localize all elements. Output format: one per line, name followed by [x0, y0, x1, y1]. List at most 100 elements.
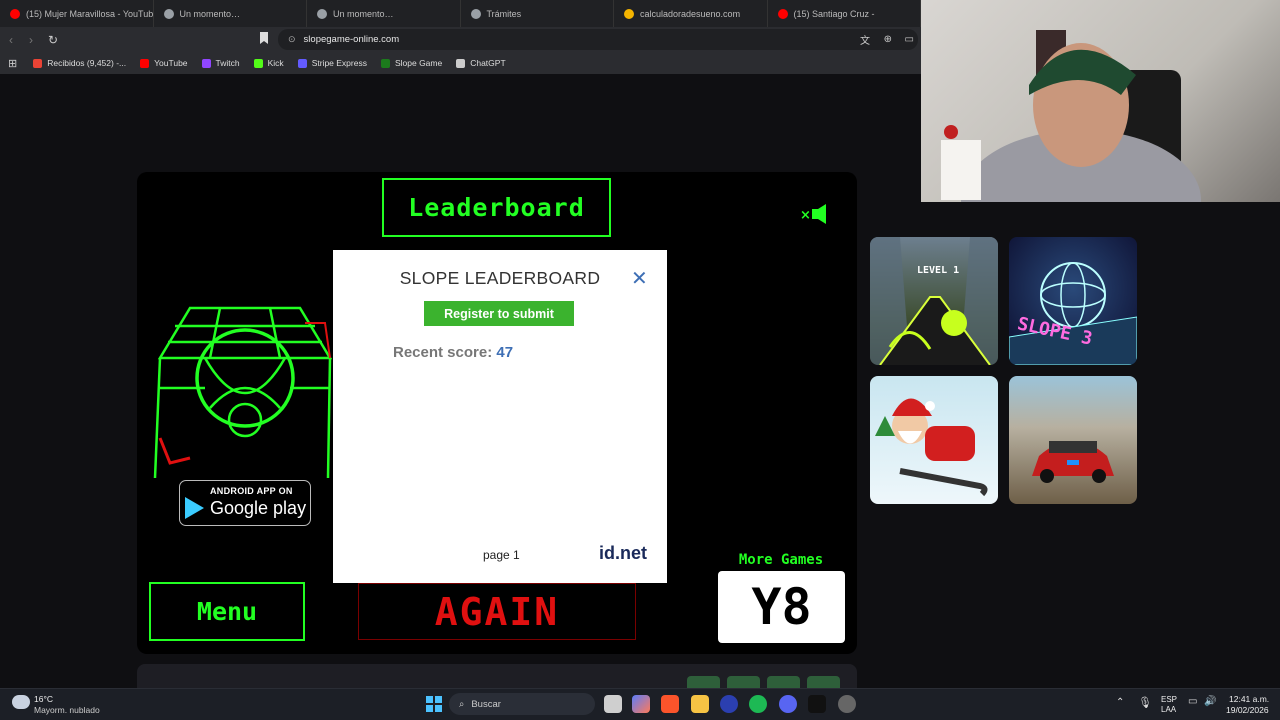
- zoom-icon[interactable]: ⊕: [884, 34, 892, 45]
- register-button[interactable]: Register to submit: [424, 301, 574, 326]
- back-icon[interactable]: ‹: [9, 33, 13, 47]
- tab-favicon-icon: [163, 8, 174, 19]
- more-games-label[interactable]: More Games: [718, 552, 844, 568]
- level-1-text: LEVEL 1: [917, 265, 960, 276]
- copilot-icon[interactable]: [632, 695, 650, 713]
- bookmark-favicon-icon: [33, 58, 43, 68]
- sound-mute-icon[interactable]: ×: [798, 202, 834, 226]
- brave-icon[interactable]: [661, 695, 679, 713]
- lang-top[interactable]: ESP: [1161, 695, 1177, 704]
- forward-icon[interactable]: ›: [29, 33, 33, 47]
- play-store-icon: [185, 497, 204, 519]
- streamer-figure: [941, 30, 1201, 270]
- weather-desc: Mayorm. nublado: [34, 705, 100, 715]
- level-1-art: [870, 237, 998, 365]
- google-play-bottom-text: Google play: [210, 498, 307, 518]
- tunnel-ball-art: [153, 306, 333, 478]
- svg-text:×: ×: [800, 208, 811, 223]
- google-play-badge[interactable]: ANDROID APP ON Google play: [179, 480, 311, 526]
- tab-favicon-icon: [470, 8, 481, 19]
- start-icon[interactable]: [425, 695, 443, 713]
- bookmark-label: Recibidos (9,452) -...: [47, 58, 127, 68]
- tab-title: Un momento…: [179, 8, 241, 19]
- bookmark-4[interactable]: Stripe Express: [297, 58, 367, 68]
- leaderboard-button[interactable]: Leaderboard: [382, 178, 611, 237]
- thumb-slope-3[interactable]: SLOPE 3: [1009, 237, 1137, 365]
- site-info-icon[interactable]: ⊙: [288, 34, 296, 45]
- discord-icon[interactable]: [779, 695, 797, 713]
- tab-4[interactable]: calculadoradesueno.com: [614, 0, 768, 27]
- tab-favicon-icon: [317, 8, 327, 19]
- bookmark-3[interactable]: Kick: [253, 58, 284, 68]
- translate-icon[interactable]: 文: [860, 32, 870, 47]
- car-racing-art: [1032, 441, 1114, 483]
- sidepanel-icon[interactable]: ▭: [905, 34, 914, 45]
- bookmark-favicon-icon: [380, 58, 390, 68]
- search-label: Buscar: [471, 698, 501, 710]
- network-icon[interactable]: ▭: [1188, 696, 1197, 707]
- leaderboard-modal: SLOPE LEADERBOARD ✕ Register to submit R…: [333, 250, 667, 583]
- tab-0[interactable]: (15) Mujer Maravillosa - YouTube: [0, 0, 154, 27]
- bookmark-label: Stripe Express: [311, 58, 367, 68]
- y8-logo[interactable]: Y8: [718, 571, 845, 643]
- settings-icon[interactable]: [838, 695, 856, 713]
- volume-icon[interactable]: 🔊: [1204, 696, 1216, 707]
- idnet-logo[interactable]: id.net: [599, 543, 647, 564]
- bookmark-favicon-icon: [140, 58, 150, 68]
- mic-icon[interactable]: 🎙: [1138, 696, 1152, 709]
- thumb-car-racing[interactable]: [1009, 376, 1137, 504]
- tab-title: calculadoradesueno.com: [640, 8, 741, 19]
- clock-date[interactable]: 19/02/2026: [1226, 705, 1269, 715]
- santa-sled-art: [875, 398, 988, 497]
- app-circle-icon[interactable]: [720, 695, 738, 713]
- tab-2[interactable]: Un momento…: [307, 0, 461, 27]
- file-explorer-icon[interactable]: [691, 695, 709, 713]
- tab-3[interactable]: Trámites: [461, 0, 614, 27]
- bookmark-favicon-icon: [456, 58, 466, 68]
- task-view-icon[interactable]: [604, 695, 622, 713]
- bookmark-label: YouTube: [154, 58, 188, 68]
- bookmark-icon[interactable]: [260, 32, 268, 44]
- notification-tray-icon[interactable]: ⌃: [1116, 697, 1124, 708]
- bookmark-label: Kick: [267, 58, 284, 68]
- address-bar[interactable]: ⊙ slopegame-online.com 文 ⊕ ▭: [278, 29, 918, 50]
- page-indicator: page 1: [483, 548, 520, 562]
- thumb-santa-sled[interactable]: [870, 376, 998, 504]
- audio-app-icon[interactable]: [808, 695, 826, 713]
- tab-title: (15) Santiago Cruz -: [793, 8, 875, 19]
- clock-time[interactable]: 12:41 a.m.: [1229, 694, 1269, 704]
- bookmark-label: ChatGPT: [470, 58, 506, 68]
- bookmark-label: Slope Game: [394, 58, 443, 68]
- url-text: slopegame-online.com: [303, 34, 400, 45]
- weather-icon: [12, 695, 30, 709]
- thumb-level-1[interactable]: LEVEL 1: [870, 237, 998, 365]
- spotify-icon[interactable]: [749, 695, 767, 713]
- taskbar-search[interactable]: ⌕ Buscar: [449, 693, 595, 715]
- reload-icon[interactable]: ↻: [48, 33, 58, 47]
- again-button[interactable]: AGAIN: [358, 583, 636, 640]
- tab-strip: (15) Mujer Maravillosa - YouTube Un momen…: [0, 0, 921, 27]
- recent-score: Recent score: 47: [393, 344, 513, 361]
- google-play-top-text: ANDROID APP ON: [210, 486, 293, 496]
- lang-bottom[interactable]: LAA: [1161, 705, 1176, 714]
- recent-score-label: Recent score:: [393, 344, 493, 361]
- bookmark-5[interactable]: Slope Game: [380, 58, 443, 68]
- tab-favicon-icon: [624, 8, 634, 19]
- bookmark-label: Twitch: [215, 58, 240, 68]
- close-icon[interactable]: ✕: [631, 266, 648, 291]
- bookmark-1[interactable]: YouTube: [140, 58, 188, 68]
- search-icon: ⌕: [459, 698, 465, 710]
- tab-favicon-icon: [10, 8, 20, 19]
- bookmark-0[interactable]: Recibidos (9,452) -...: [33, 58, 126, 68]
- apps-icon[interactable]: ⊞: [8, 57, 17, 70]
- webcam-overlay: [921, 0, 1280, 270]
- tab-title: Trámites: [486, 8, 522, 19]
- bookmark-favicon-icon: [297, 58, 307, 68]
- menu-button[interactable]: Menu: [149, 582, 305, 641]
- bookmark-2[interactable]: Twitch: [201, 58, 240, 68]
- modal-title: SLOPE LEADERBOARD: [399, 268, 601, 288]
- tab-title: (15) Mujer Maravillosa - YouTube: [26, 8, 154, 19]
- bookmark-6[interactable]: ChatGPT: [456, 58, 506, 68]
- tab-1[interactable]: Un momento…: [154, 0, 307, 27]
- tab-5[interactable]: (15) Santiago Cruz -: [768, 0, 921, 27]
